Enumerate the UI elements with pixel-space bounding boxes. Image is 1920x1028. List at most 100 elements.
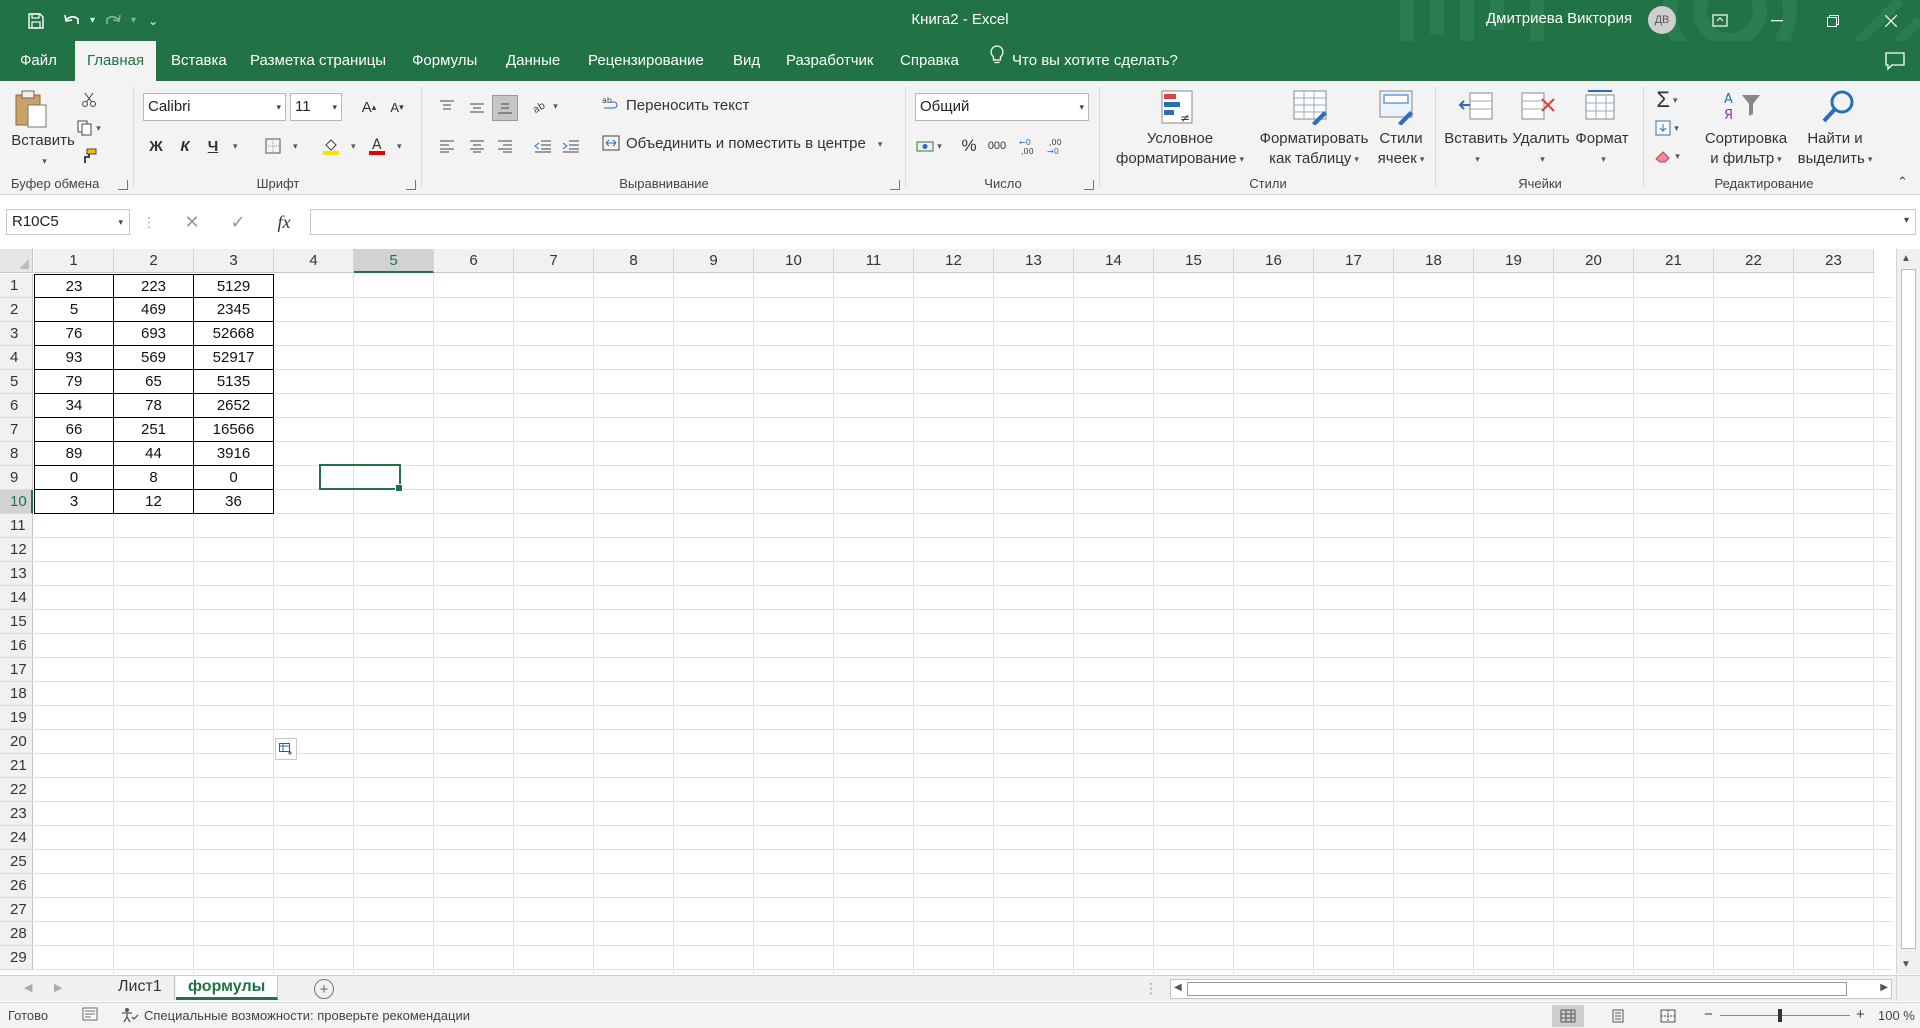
- row-header[interactable]: 19: [0, 706, 33, 730]
- table-cell[interactable]: 251: [114, 418, 194, 442]
- italic-button[interactable]: К: [172, 133, 198, 159]
- thousands-button[interactable]: 000: [984, 133, 1010, 159]
- close-icon[interactable]: [1868, 0, 1914, 41]
- row-header[interactable]: 2: [0, 298, 33, 322]
- row-header[interactable]: 10: [0, 490, 33, 514]
- table-cell[interactable]: 52917: [194, 346, 274, 370]
- vertical-scrollbar[interactable]: ▲ ▼: [1896, 249, 1920, 974]
- horizontal-scrollbar[interactable]: ◀ ▶: [1170, 979, 1892, 999]
- clear-icon[interactable]: ▾: [1654, 143, 1680, 169]
- alignment-launcher-icon[interactable]: [890, 180, 900, 190]
- font-color-icon[interactable]: A: [364, 133, 390, 159]
- table-cell[interactable]: 223: [114, 274, 194, 298]
- format-painter-icon[interactable]: [76, 143, 102, 169]
- worksheet-grid[interactable]: 1 2 3 4 5 6 7 8 9 10 11 12 13 14 15 16 17 18 19 20 21 22 23 12…: [0, 249, 1920, 974]
- cell-styles-button[interactable]: Стили ячеек ▾: [1370, 129, 1432, 169]
- restore-icon[interactable]: [1810, 0, 1856, 41]
- table-cell[interactable]: 23: [34, 274, 114, 298]
- insert-cells-button[interactable]: Вставить ▾: [1444, 129, 1508, 169]
- column-header[interactable]: 9: [674, 249, 754, 273]
- paste-button[interactable]: Вставить ▾: [8, 131, 78, 171]
- row-header[interactable]: 7: [0, 418, 33, 442]
- row-header[interactable]: 22: [0, 778, 33, 802]
- tab-help[interactable]: Справка: [900, 41, 959, 81]
- zoom-slider-thumb[interactable]: [1778, 1009, 1782, 1022]
- table-cell[interactable]: 693: [114, 322, 194, 346]
- number-launcher-icon[interactable]: [1084, 180, 1094, 190]
- page-layout-view-icon[interactable]: [1602, 1005, 1634, 1027]
- column-header[interactable]: 7: [514, 249, 594, 273]
- table-cell[interactable]: 5129: [194, 274, 274, 298]
- column-header[interactable]: 10: [754, 249, 834, 273]
- tab-formulas[interactable]: Формулы: [412, 41, 477, 81]
- sheet-next-icon[interactable]: ▶: [54, 981, 62, 994]
- horizontal-scroll-thumb[interactable]: [1187, 982, 1847, 996]
- decrease-decimal-icon[interactable]: ,00 →0: [1044, 133, 1070, 159]
- percent-button[interactable]: %: [956, 133, 982, 159]
- shrink-font-icon[interactable]: A ▾: [384, 94, 410, 120]
- table-cell[interactable]: 2345: [194, 298, 274, 322]
- row-header[interactable]: 4: [0, 346, 33, 370]
- font-size-combo[interactable]: 11 ▾: [290, 93, 342, 121]
- borders-dropdown-icon[interactable]: ▾: [293, 141, 298, 152]
- align-right-icon[interactable]: [492, 133, 518, 159]
- active-cell[interactable]: [319, 464, 403, 492]
- row-header[interactable]: 29: [0, 946, 33, 970]
- column-header[interactable]: 5: [354, 249, 434, 273]
- align-left-icon[interactable]: [434, 133, 460, 159]
- column-header[interactable]: 13: [994, 249, 1074, 273]
- grow-font-icon[interactable]: A ▴: [356, 94, 382, 120]
- column-header[interactable]: 12: [914, 249, 994, 273]
- column-header[interactable]: 1: [34, 249, 114, 273]
- row-header[interactable]: 13: [0, 562, 33, 586]
- column-header[interactable]: 17: [1314, 249, 1394, 273]
- tab-split-handle-icon[interactable]: ⋮: [1144, 980, 1158, 997]
- table-cell[interactable]: 5: [34, 298, 114, 322]
- user-name[interactable]: Дмитриева Виктория: [1486, 10, 1632, 27]
- table-cell[interactable]: 3: [34, 490, 114, 514]
- fill-icon[interactable]: ▾: [1654, 115, 1680, 141]
- select-all-button[interactable]: [0, 249, 33, 273]
- scroll-left-icon[interactable]: ◀: [1174, 982, 1182, 993]
- column-header[interactable]: 16: [1234, 249, 1314, 273]
- font-color-dropdown-icon[interactable]: ▾: [397, 141, 402, 152]
- row-header[interactable]: 23: [0, 802, 33, 826]
- sort-filter-button[interactable]: Сортировка и фильтр ▾: [1698, 129, 1794, 169]
- orientation-icon[interactable]: ab ▾: [532, 93, 558, 119]
- table-cell[interactable]: 89: [34, 442, 114, 466]
- table-cell[interactable]: 76: [34, 322, 114, 346]
- cut-icon[interactable]: [76, 87, 102, 113]
- macro-record-icon[interactable]: [82, 1007, 98, 1024]
- row-header[interactable]: 16: [0, 634, 33, 658]
- scroll-right-icon[interactable]: ▶: [1880, 982, 1888, 993]
- cancel-icon[interactable]: ✕: [178, 209, 206, 235]
- sheet-tab-formulas[interactable]: формулы: [176, 976, 279, 1000]
- increase-decimal-icon[interactable]: ←0,00: [1016, 133, 1042, 159]
- formula-input[interactable]: ▾: [310, 209, 1916, 235]
- increase-indent-icon[interactable]: [558, 133, 584, 159]
- number-format-combo[interactable]: Общий ▾: [915, 93, 1089, 121]
- row-header[interactable]: 15: [0, 610, 33, 634]
- tab-data[interactable]: Данные: [506, 41, 560, 81]
- page-break-view-icon[interactable]: [1652, 1005, 1684, 1027]
- column-header[interactable]: 21: [1634, 249, 1714, 273]
- column-header[interactable]: 23: [1794, 249, 1874, 273]
- column-header[interactable]: 19: [1474, 249, 1554, 273]
- quick-analysis-icon[interactable]: [275, 738, 297, 760]
- copy-icon[interactable]: ▾: [76, 115, 102, 141]
- underline-button[interactable]: Ч: [200, 133, 226, 159]
- column-header[interactable]: 18: [1394, 249, 1474, 273]
- table-cell[interactable]: 2652: [194, 394, 274, 418]
- column-header[interactable]: 11: [834, 249, 914, 273]
- ribbon-display-icon[interactable]: [1697, 0, 1743, 41]
- table-cell[interactable]: 34: [34, 394, 114, 418]
- column-header[interactable]: 15: [1154, 249, 1234, 273]
- column-header[interactable]: 20: [1554, 249, 1634, 273]
- table-cell[interactable]: 0: [194, 466, 274, 490]
- row-header[interactable]: 5: [0, 370, 33, 394]
- find-select-button[interactable]: Найти и выделить ▾: [1790, 129, 1880, 169]
- tab-page-layout[interactable]: Разметка страницы: [250, 41, 386, 81]
- column-header[interactable]: 14: [1074, 249, 1154, 273]
- accessibility-icon[interactable]: [120, 1007, 140, 1026]
- enter-icon[interactable]: ✓: [224, 209, 252, 235]
